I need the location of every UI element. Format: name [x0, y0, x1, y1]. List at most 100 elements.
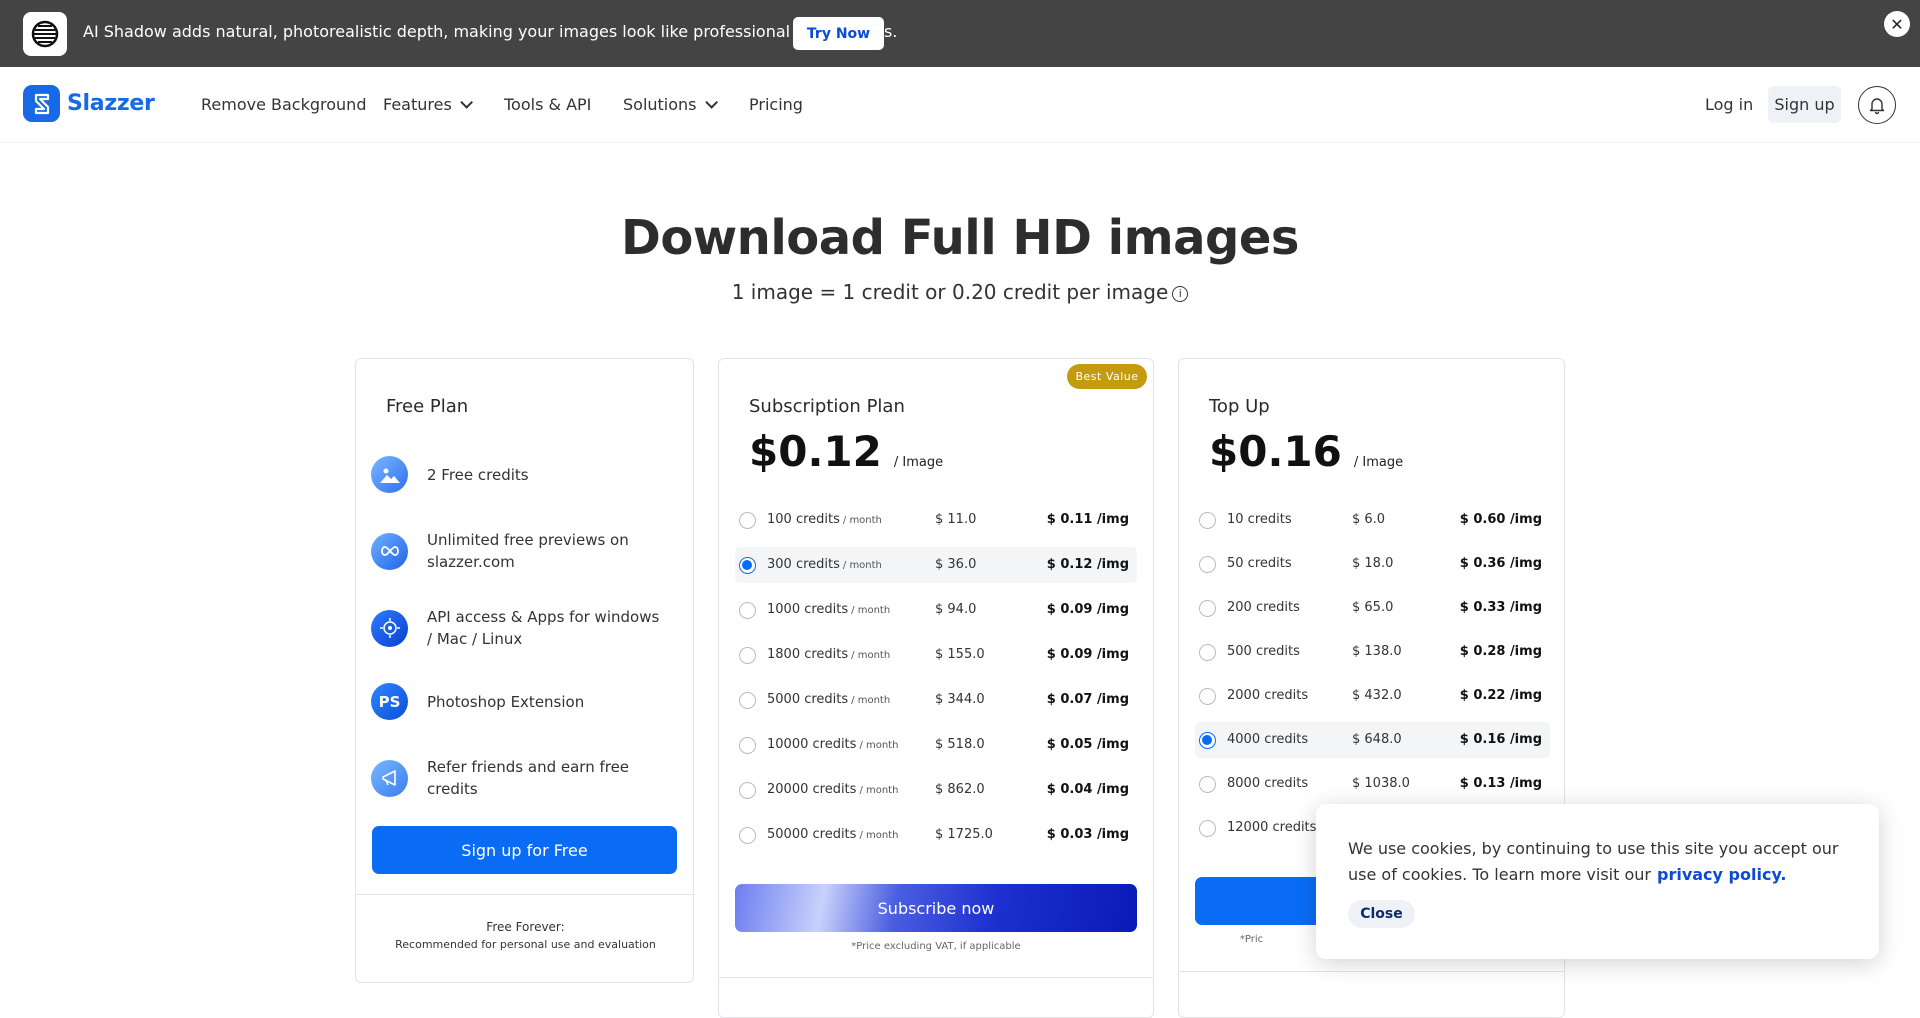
radio-button[interactable]	[1199, 688, 1216, 705]
nav-label: Features	[383, 95, 452, 114]
option-price-per-image: $ 0.13 /img	[1459, 776, 1542, 791]
radio-button[interactable]	[739, 512, 756, 529]
radio-button[interactable]	[1199, 512, 1216, 529]
credits-label: 8000 credits	[1227, 776, 1308, 791]
credits-label: 2000 credits	[1227, 688, 1308, 703]
cookie-close-button[interactable]: Close	[1348, 900, 1415, 928]
option-price-per-image: $ 0.60 /img	[1459, 512, 1542, 527]
credit-option-row[interactable]: 10000 credits / month $ 518.0 $ 0.05 /img	[735, 727, 1137, 763]
radio-button[interactable]	[739, 602, 756, 619]
login-link[interactable]: Log in	[1705, 95, 1753, 114]
billing-period: / month	[842, 560, 882, 571]
nav-solutions[interactable]: Solutions	[623, 95, 718, 114]
radio-button[interactable]	[739, 827, 756, 844]
radio-button[interactable]	[739, 692, 756, 709]
nav-tools-api[interactable]: Tools & API	[504, 95, 591, 114]
info-icon[interactable]: i	[1172, 285, 1189, 302]
option-price-per-image: $ 0.12 /img	[1046, 557, 1129, 572]
brand-name: Slazzer	[67, 91, 155, 116]
signup-button[interactable]: Sign up	[1768, 86, 1841, 123]
radio-button[interactable]	[1199, 776, 1216, 793]
bell-icon[interactable]	[1858, 86, 1896, 124]
price-unit: / Image	[893, 455, 944, 470]
credit-option-row[interactable]: 2000 credits $ 432.0 $ 0.22 /img	[1195, 678, 1550, 714]
radio-button[interactable]	[1199, 556, 1216, 573]
option-price-per-image: $ 0.28 /img	[1459, 644, 1542, 659]
radio-button[interactable]	[1199, 644, 1216, 661]
billing-period: / month	[859, 830, 899, 841]
try-now-button[interactable]: Try Now	[793, 17, 884, 50]
radio-button[interactable]	[739, 782, 756, 799]
credit-option-row[interactable]: 10 credits $ 6.0 $ 0.60 /img	[1195, 502, 1550, 538]
option-price: $ 11.0	[935, 512, 977, 527]
credits-amount: 12000 credits	[1227, 820, 1317, 835]
credits-amount: 10 credits	[1227, 512, 1292, 527]
radio-button[interactable]	[739, 737, 756, 754]
subscribe-now-button[interactable]: Subscribe now	[735, 884, 1137, 932]
nav-remove-background[interactable]: Remove Background	[201, 95, 366, 114]
billing-period: / month	[859, 785, 899, 796]
credit-option-row[interactable]: 8000 credits $ 1038.0 $ 0.13 /img	[1195, 766, 1550, 802]
ai-shadow-logo-icon	[23, 12, 67, 56]
credit-option-row[interactable]: 300 credits / month $ 36.0 $ 0.12 /img	[735, 547, 1137, 583]
credit-option-row[interactable]: 4000 credits $ 648.0 $ 0.16 /img	[1195, 722, 1550, 758]
slazzer-logo-icon	[23, 85, 60, 122]
close-banner-icon[interactable]: ✕	[1884, 11, 1910, 37]
brand-logo[interactable]: Slazzer	[23, 85, 155, 122]
credit-option-row[interactable]: 20000 credits / month $ 862.0 $ 0.04 /img	[735, 772, 1137, 808]
subscription-plan-card: Subscription Plan $0.12 / Image 100 cred…	[718, 358, 1154, 1018]
cookie-text: We use cookies, by continuing to use thi…	[1348, 836, 1848, 888]
nav-pricing[interactable]: Pricing	[749, 95, 803, 114]
credit-option-row[interactable]: 50000 credits / month $ 1725.0 $ 0.03 /img	[735, 817, 1137, 853]
option-price: $ 155.0	[935, 647, 985, 662]
radio-button[interactable]	[1199, 820, 1216, 837]
radio-button[interactable]	[1199, 732, 1216, 749]
api-icon	[371, 609, 408, 647]
credits-amount: 100 credits	[767, 512, 840, 527]
credits-label: 5000 credits / month	[767, 692, 890, 707]
plan-title: Subscription Plan	[749, 396, 905, 417]
credit-option-row[interactable]: 500 credits $ 138.0 $ 0.28 /img	[1195, 634, 1550, 670]
radio-button[interactable]	[739, 647, 756, 664]
signup-free-button[interactable]: Sign up for Free	[372, 826, 677, 874]
credit-option-row[interactable]: 100 credits / month $ 11.0 $ 0.11 /img	[735, 502, 1137, 538]
feature-item: PS Photoshop Extension	[371, 683, 667, 720]
credits-label: 4000 credits	[1227, 732, 1308, 747]
credits-amount: 500 credits	[1227, 644, 1300, 659]
radio-button[interactable]	[1199, 600, 1216, 617]
option-price-per-image: $ 0.16 /img	[1459, 732, 1542, 747]
credits-label: 1000 credits / month	[767, 602, 890, 617]
option-price-per-image: $ 0.36 /img	[1459, 556, 1542, 571]
nav-features[interactable]: Features	[383, 95, 473, 114]
option-price-per-image: $ 0.07 /img	[1046, 692, 1129, 707]
credit-option-row[interactable]: 50 credits $ 18.0 $ 0.36 /img	[1195, 546, 1550, 582]
credit-option-row[interactable]: 1800 credits / month $ 155.0 $ 0.09 /img	[735, 637, 1137, 673]
option-price-per-image: $ 0.03 /img	[1046, 827, 1129, 842]
chevron-down-icon	[460, 96, 473, 109]
credits-label: 300 credits / month	[767, 557, 882, 572]
image-icon	[371, 456, 408, 493]
credit-option-row[interactable]: 200 credits $ 65.0 $ 0.33 /img	[1195, 590, 1550, 626]
megaphone-icon	[371, 759, 408, 797]
option-price: $ 18.0	[1352, 556, 1394, 571]
credits-amount: 200 credits	[1227, 600, 1300, 615]
credits-amount: 4000 credits	[1227, 732, 1309, 747]
option-price: $ 65.0	[1352, 600, 1394, 615]
credits-label: 50 credits	[1227, 556, 1292, 571]
option-price: $ 518.0	[935, 737, 985, 752]
nav-label: Solutions	[623, 95, 697, 114]
radio-button[interactable]	[739, 557, 756, 574]
credits-label: 20000 credits / month	[767, 782, 898, 797]
nav-label: Remove Background	[201, 95, 367, 114]
feature-text: Unlimited free previews on slazzer.com	[427, 531, 629, 571]
footer-text: Recommended for personal use and evaluat…	[395, 938, 656, 951]
credit-option-row[interactable]: 5000 credits / month $ 344.0 $ 0.07 /img	[735, 682, 1137, 718]
option-price: $ 432.0	[1352, 688, 1402, 703]
best-value-badge: Best Value	[1067, 364, 1147, 389]
credits-amount: 8000 credits	[1227, 776, 1309, 791]
plan-title: Top Up	[1209, 396, 1270, 417]
credit-option-row[interactable]: 1000 credits / month $ 94.0 $ 0.09 /img	[735, 592, 1137, 628]
privacy-policy-link[interactable]: privacy policy.	[1657, 865, 1786, 884]
credits-label: 12000 credits	[1227, 820, 1316, 835]
option-price: $ 94.0	[935, 602, 977, 617]
